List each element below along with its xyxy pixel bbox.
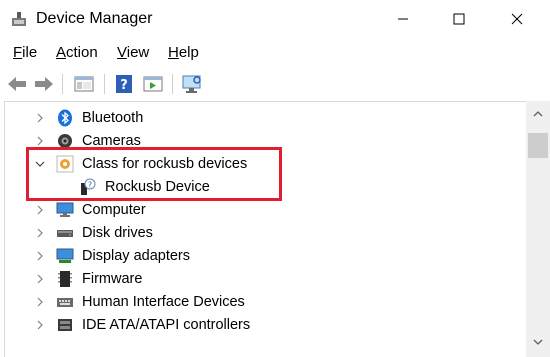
highlight-box [26,147,282,201]
show-hide-console-tree-button[interactable] [72,72,96,96]
forward-button[interactable] [32,72,56,96]
help-icon: ? [116,75,132,93]
toolbar-separator [172,74,173,94]
scroll-up-button[interactable] [526,101,550,127]
scroll-down-arrow-icon [533,339,543,345]
chevron-right-icon[interactable] [35,228,45,238]
tree-item-bluetooth[interactable]: Bluetooth [5,107,525,129]
properties-icon [143,76,163,92]
tree-item-ide-controllers[interactable]: IDE ATA/ATAPI controllers [5,314,525,336]
firmware-chip-icon [58,271,72,287]
back-button[interactable] [5,72,29,96]
maximize-icon [453,13,465,25]
help-button[interactable]: ? [112,72,136,96]
scroll-up-arrow-icon [533,111,543,117]
maximize-button[interactable] [436,0,482,38]
menu-view[interactable]: View [117,44,149,62]
tree-item-disk-drives[interactable]: Disk drives [5,222,525,244]
scan-hardware-button[interactable] [180,72,204,96]
window-title: Device Manager [36,10,153,27]
scan-hardware-icon [182,75,201,93]
menu-help[interactable]: Help [168,44,199,62]
tree-item-display-adapters[interactable]: Display adapters [5,245,525,267]
title-bar: Device Manager [0,0,550,38]
chevron-right-icon[interactable] [35,251,45,261]
toolbar: ? [0,69,550,99]
close-icon [511,13,523,25]
tree-item-label: Firmware [82,271,143,287]
chevron-right-icon[interactable] [35,205,45,215]
toolbar-separator [62,74,63,94]
menu-file[interactable]: File [13,44,37,62]
ide-controller-icon [58,319,72,331]
device-tree[interactable]: Bluetooth Cameras Class for rockusb devi… [4,101,550,357]
tree-item-label: Disk drives [82,225,153,241]
minimize-icon [398,18,408,20]
back-icon [8,77,26,91]
keyboard-icon [57,298,73,307]
tree-item-label: Computer [82,202,146,218]
minimize-button[interactable] [380,0,426,38]
bluetooth-icon [58,109,72,127]
svg-text:?: ? [120,78,128,93]
menu-action[interactable]: Action [56,44,98,62]
menu-bar: File Action View Help [0,40,550,66]
tree-item-label: Bluetooth [82,110,144,126]
tree-item-label: IDE ATA/ATAPI controllers [82,317,251,333]
show-hide-console-tree-icon [74,76,94,92]
tree-item-label: Display adapters [82,248,190,264]
display-adapter-icon [56,248,74,263]
tree-item-computer[interactable]: Computer [5,199,525,221]
tree-item-human-interface-devices[interactable]: Human Interface Devices [5,291,525,313]
properties-button[interactable] [141,72,165,96]
disk-drive-icon [57,230,73,237]
chevron-right-icon[interactable] [35,113,45,123]
chevron-right-icon[interactable] [35,274,45,284]
tree-item-label: Human Interface Devices [82,294,245,310]
forward-icon [35,77,53,91]
vertical-scrollbar[interactable] [526,101,550,357]
device-manager-icon [12,12,26,26]
scrollbar-thumb[interactable] [528,133,548,158]
toolbar-separator [104,74,105,94]
close-button[interactable] [494,0,540,38]
scroll-down-button[interactable] [526,329,550,355]
chevron-right-icon[interactable] [35,297,45,307]
chevron-right-icon[interactable] [35,136,45,146]
computer-icon [56,202,74,217]
chevron-right-icon[interactable] [35,320,45,330]
tree-item-firmware[interactable]: Firmware [5,268,525,290]
